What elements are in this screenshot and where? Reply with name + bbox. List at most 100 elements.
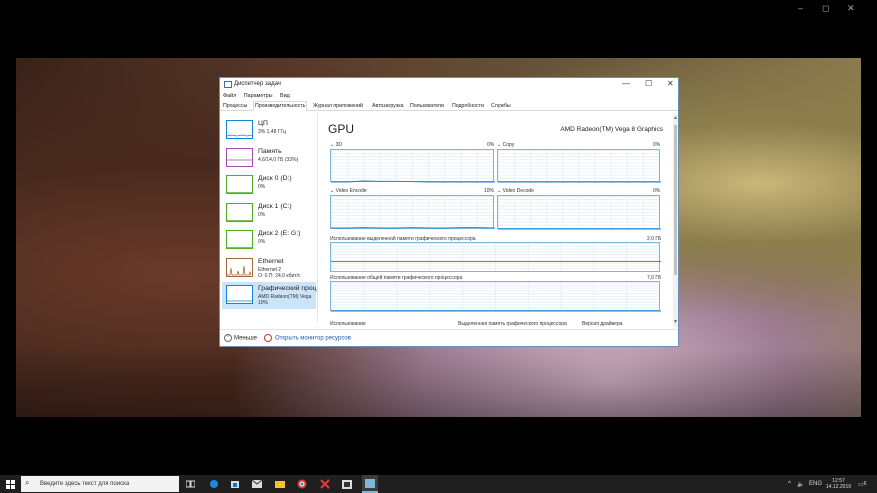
sidebar-thumbnail-graph [226, 230, 253, 249]
menu-options[interactable]: Параметры [244, 93, 273, 99]
engine-decode-graph[interactable] [497, 195, 661, 230]
language-indicator[interactable]: ENG [809, 475, 822, 493]
scroll-up-icon[interactable]: ▲ [673, 115, 678, 121]
gpu-model: AMD Radeon(TM) Vega 8 Graphics [560, 126, 663, 133]
gpu-panel: GPU AMD Radeon(TM) Vega 8 Graphics ⌄ 3D … [321, 113, 671, 327]
task-manager-taskbar-icon[interactable] [362, 475, 378, 493]
window-close-button[interactable]: ✕ [667, 80, 674, 88]
sidebar-thumbnail-graph [226, 285, 253, 304]
volume-icon[interactable]: 🔈 [797, 475, 804, 493]
edge-browser-icon[interactable] [207, 475, 221, 493]
engine-copy-label: ⌄ Copy [497, 142, 515, 148]
scrollbar-thumb[interactable] [674, 125, 677, 275]
sidebar-item[interactable]: Диск 0 (D:) 0% [222, 172, 316, 199]
gpu-title: GPU [328, 122, 355, 136]
tab-details[interactable]: Подробности [452, 103, 484, 109]
sidebar-item-detail-line: О: 0 П: 24,0 кбит/с [258, 272, 301, 279]
sidebar-item-detail: 0% [258, 184, 265, 190]
sidebar-item-detail: 0% [258, 212, 265, 218]
engine-encode-label: ⌄ Video Encode [330, 188, 367, 194]
store-icon[interactable] [228, 475, 242, 493]
menu-file[interactable]: Файл [223, 93, 236, 99]
window-title: Диспетчер задач [234, 81, 281, 87]
engine-copy-graph[interactable] [497, 149, 661, 183]
sidebar-thumbnail-graph [226, 202, 253, 222]
vertical-scrollbar[interactable]: ▲ ▼ [673, 115, 678, 327]
task-view-icon[interactable] [183, 475, 197, 493]
tab-performance[interactable]: Производительность [253, 101, 308, 111]
sidebar-item[interactable]: ЦП 3% 1,48 ГГц [222, 117, 316, 144]
shared-memory-graph[interactable] [330, 281, 661, 312]
clock[interactable]: 12:57 14.12.2019 [826, 475, 851, 493]
tray-chevron-icon[interactable]: ^ [788, 475, 791, 493]
taskbar: ⌕ Введите здесь текст для поиска ^ 🔈 ENG… [0, 475, 877, 493]
sidebar-item-name: Ethernet [258, 257, 284, 265]
sidebar-item-detail-line: 0% [258, 184, 266, 190]
engine-encode-graph[interactable] [330, 195, 495, 229]
sidebar-item-detail: 0% [258, 239, 265, 245]
engine-3d-graph[interactable] [330, 149, 495, 183]
player-bottom-bar [0, 417, 877, 475]
sidebar-item-detail-line: 3% 1,48 ГГц [258, 129, 287, 135]
sidebar-item-detail-line: 0% [258, 239, 266, 245]
open-resource-monitor-link[interactable]: Открыть монитор ресурсов [264, 334, 351, 342]
sidebar-item-name: Диск 2 (E: G:) [258, 230, 301, 237]
tab-processes[interactable]: Процессы [223, 103, 247, 109]
fewer-details-button[interactable]: ⌃ Меньше [224, 334, 257, 342]
engine-decode-label: ⌄ Video Decode [497, 188, 534, 194]
tab-users[interactable]: Пользователи [410, 103, 444, 109]
file-explorer-icon[interactable] [273, 475, 287, 493]
sidebar-item-detail: 3% 1,48 ГГц [258, 129, 286, 135]
tab-bar: Процессы Производительность Журнал прило… [220, 101, 678, 111]
task-manager-icon [224, 81, 232, 88]
sidebar-item[interactable]: Диск 2 (E: G:) 0% [222, 227, 316, 254]
sidebar-item[interactable]: Ethernet Ethernet 2 О: 0 П: 24,0 кбит/с [222, 255, 316, 282]
sidebar-item-detail: AMD Radeon(TM) Vega 10% [258, 294, 311, 306]
menu-view[interactable]: Вид [280, 93, 290, 99]
scroll-down-icon[interactable]: ▼ [673, 319, 678, 325]
mail-icon[interactable] [250, 475, 264, 493]
dedicated-memory-stat-label: Выделенная память графического процессор… [458, 321, 567, 327]
engine-encode-percent: 10% [484, 188, 495, 194]
tab-services[interactable]: Службы [491, 103, 511, 109]
chevron-up-icon: ⌃ [224, 334, 232, 342]
windows-start-icon[interactable] [2, 475, 18, 493]
menu-bar: Файл Параметры Вид [223, 93, 296, 99]
tab-startup[interactable]: Автозагрузка [372, 103, 403, 109]
engine-copy-percent: 0% [653, 142, 661, 148]
tab-app-history[interactable]: Журнал приложений [313, 103, 363, 109]
sidebar-item-detail-line: 10% [258, 300, 269, 306]
task-manager-window: Диспетчер задач — ☐ ✕ Файл Параметры Вид… [219, 77, 679, 347]
sidebar-item[interactable]: Графический проц AMD Radeon(TM) Vega 10% [222, 282, 317, 309]
sidebar-item-detail-line: 4,6/14,0 ГБ (33%) [258, 156, 299, 163]
window-maximize-button[interactable]: ☐ [645, 80, 652, 88]
engine-3d-percent: 0% [487, 142, 495, 148]
notification-center-icon[interactable]: ▭ 6 [858, 475, 866, 493]
video-player-icon[interactable] [340, 475, 354, 493]
sidebar-item-name: ЦП [258, 120, 268, 127]
sidebar-item[interactable]: Диск 1 (C:) 0% [222, 200, 316, 227]
chrome-icon[interactable] [295, 475, 309, 493]
dedicated-memory-graph[interactable] [330, 242, 661, 272]
minimize-icon[interactable]: – [798, 4, 803, 13]
clock-date: 14.12.2019 [826, 484, 852, 490]
restore-icon[interactable]: ◻ [822, 4, 829, 13]
sidebar-item-name: Диск 0 (D:) [258, 175, 292, 182]
sidebar-thumbnail-graph [226, 257, 253, 277]
window-minimize-button[interactable]: — [622, 80, 630, 88]
sidebar-item[interactable]: Память 4,6/14,0 ГБ (33%) [222, 145, 316, 172]
sidebar-item-detail: Ethernet 2 О: 0 П: 24,0 кбит/с [258, 267, 300, 279]
engine-activity-line [331, 180, 495, 183]
app-red-icon[interactable] [318, 475, 332, 493]
sidebar-item-detail-line: 0% [258, 211, 266, 218]
sidebar-item-detail: 4,6/14,0 ГБ (33%) [258, 157, 298, 163]
search-icon: ⌕ [25, 478, 30, 487]
sidebar-thumbnail-graph [226, 175, 253, 194]
engine-decode-percent: 0% [653, 188, 661, 194]
footer-bar: ⌃ Меньше Открыть монитор ресурсов [220, 329, 678, 346]
close-icon[interactable]: ✕ [847, 4, 855, 13]
taskbar-search-box[interactable]: ⌕ Введите здесь текст для поиска [21, 476, 179, 492]
title-bar[interactable]: Диспетчер задач — ☐ ✕ [220, 78, 678, 92]
resource-monitor-icon [264, 334, 272, 342]
notification-count: 6 [863, 481, 867, 487]
